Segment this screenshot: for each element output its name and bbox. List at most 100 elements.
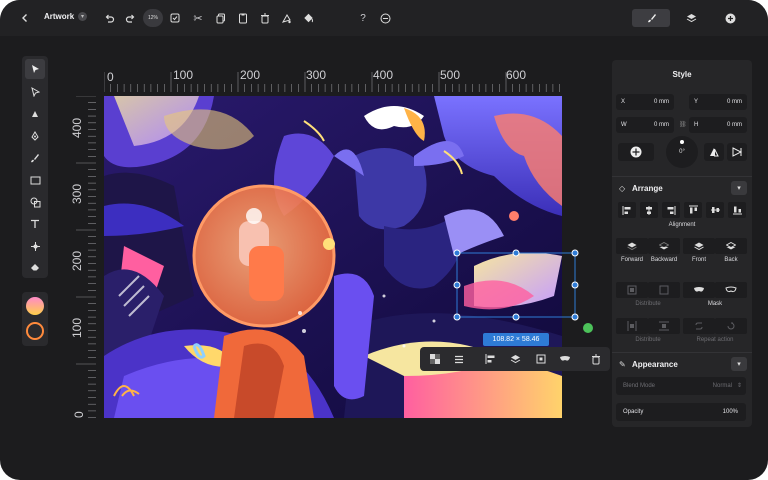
checker-icon[interactable] <box>427 351 443 367</box>
opacity-field[interactable]: Opacity 100% <box>616 403 746 421</box>
distribute-top-icon <box>659 321 669 331</box>
ruler-label: 500 <box>440 68 461 82</box>
cut-icon[interactable]: ✂ <box>189 9 207 27</box>
back-icon[interactable] <box>16 9 34 27</box>
mask-icon[interactable] <box>557 351 573 367</box>
distribute-left-icon <box>627 321 637 331</box>
repeat-action-button[interactable] <box>715 318 747 334</box>
align-icon[interactable] <box>482 351 498 367</box>
rotation-dial[interactable]: 0° <box>666 136 698 168</box>
back-label: Back <box>724 257 738 263</box>
h-field[interactable]: H 0 mm <box>689 117 747 133</box>
trash-icon[interactable] <box>256 9 274 27</box>
blend-mode-select[interactable]: Blend Mode Normal ⇕ <box>616 377 746 395</box>
minus-circle-icon[interactable] <box>376 9 394 27</box>
redo-icon[interactable] <box>121 9 139 27</box>
ruler-label: 400 <box>373 68 394 82</box>
align-left-button[interactable] <box>618 202 636 218</box>
style-title: Style <box>672 70 692 79</box>
ruler-label: 300 <box>306 68 327 82</box>
align-right-icon <box>667 205 676 215</box>
opacity-label: Opacity <box>623 409 644 415</box>
align-bottom-icon <box>732 206 742 215</box>
repeat-button[interactable] <box>683 318 715 334</box>
node-tool-icon[interactable] <box>25 104 45 124</box>
direct-select-tool-icon[interactable] <box>25 82 45 102</box>
align-middle-button[interactable] <box>706 202 724 218</box>
select-tool-icon[interactable] <box>25 59 45 79</box>
check-square-icon[interactable] <box>166 9 184 27</box>
distribute-top-button[interactable] <box>648 318 680 334</box>
selection-size-label: 108.82 × 58.46 <box>483 333 549 346</box>
back-icon <box>726 241 736 249</box>
zoom-level[interactable]: 12% <box>143 9 163 27</box>
y-field[interactable]: Y 0 mm <box>689 94 747 110</box>
x-field[interactable]: X 0 mm <box>616 94 674 110</box>
rectangle-tool-icon[interactable] <box>25 170 45 190</box>
distribute-v-button[interactable] <box>648 282 680 298</box>
brush-icon <box>647 13 656 22</box>
ruler-label: 300 <box>70 183 84 204</box>
unmask-button[interactable] <box>715 282 747 298</box>
align-bottom-button[interactable] <box>728 202 746 218</box>
arrange-chevron-icon[interactable]: ▾ <box>731 181 747 195</box>
pen-tool-icon[interactable] <box>25 126 45 146</box>
w-field[interactable]: W 0 mm <box>616 117 674 133</box>
divider <box>612 352 752 353</box>
brush-icon: ✎ <box>619 360 626 369</box>
w-label: W <box>621 122 627 128</box>
paint-bucket-icon[interactable] <box>299 9 317 27</box>
document-title[interactable]: Artwork <box>44 12 74 21</box>
ruler-label: 400 <box>70 117 84 138</box>
front-label: Front <box>691 257 706 263</box>
unmask-icon <box>725 286 737 293</box>
distribute-label: Distribute <box>635 301 661 307</box>
back-button[interactable] <box>715 238 747 254</box>
paste-icon[interactable] <box>234 9 252 27</box>
shape-tool-icon[interactable] <box>25 192 45 212</box>
backward-button[interactable] <box>648 238 680 254</box>
repeat-action-label: Repeat action <box>696 337 734 343</box>
layers-icon[interactable] <box>507 351 523 367</box>
align-center-button[interactable] <box>640 202 658 218</box>
ruler-label: 200 <box>240 68 261 82</box>
forward-button[interactable] <box>616 238 648 254</box>
chevron-down-icon[interactable]: ▾ <box>78 12 87 21</box>
flip-horizontal-button[interactable] <box>727 143 747 161</box>
rotate-handle[interactable] <box>583 323 593 333</box>
flip-vertical-button[interactable] <box>704 143 724 161</box>
transform-tool-icon[interactable] <box>25 236 45 256</box>
align-left-icon <box>622 205 631 215</box>
move-button[interactable] <box>618 143 654 161</box>
text-tool-icon[interactable] <box>25 214 45 234</box>
menu-icon[interactable] <box>451 351 467 367</box>
align-center-icon <box>646 205 652 215</box>
eraser-tool-icon[interactable] <box>25 257 45 277</box>
align-right-button[interactable] <box>662 202 680 218</box>
ruler-label: 0 <box>107 70 114 84</box>
align-top-button[interactable] <box>684 202 702 218</box>
help-icon[interactable]: ? <box>354 9 372 27</box>
selection-box[interactable] <box>448 244 598 340</box>
stroke-color-swatch[interactable] <box>26 322 44 340</box>
trash-icon[interactable] <box>588 351 604 367</box>
undo-icon[interactable] <box>100 9 118 27</box>
add-tab[interactable] <box>721 9 739 27</box>
top-toolbar: Artwork ▾ 12% ✂ ? <box>0 0 768 36</box>
distribute-icon <box>627 285 637 295</box>
front-button[interactable] <box>683 238 715 254</box>
arrange-title: Arrange <box>632 184 663 193</box>
link-icon[interactable]: ⛓ <box>679 121 687 128</box>
layers-tab[interactable] <box>682 9 700 27</box>
distribute-h-button[interactable] <box>616 282 648 298</box>
mask-button[interactable] <box>683 282 715 298</box>
appearance-chevron-icon[interactable]: ▾ <box>731 357 747 371</box>
crop-icon[interactable] <box>533 351 549 367</box>
brush-tab[interactable] <box>632 9 670 27</box>
copy-icon[interactable] <box>212 9 230 27</box>
brush-tool-icon[interactable] <box>25 148 45 168</box>
distribute-left-button[interactable] <box>616 318 648 334</box>
appearance-title: Appearance <box>632 360 678 369</box>
fill-color-swatch[interactable] <box>26 297 44 315</box>
fill-icon[interactable] <box>277 9 295 27</box>
